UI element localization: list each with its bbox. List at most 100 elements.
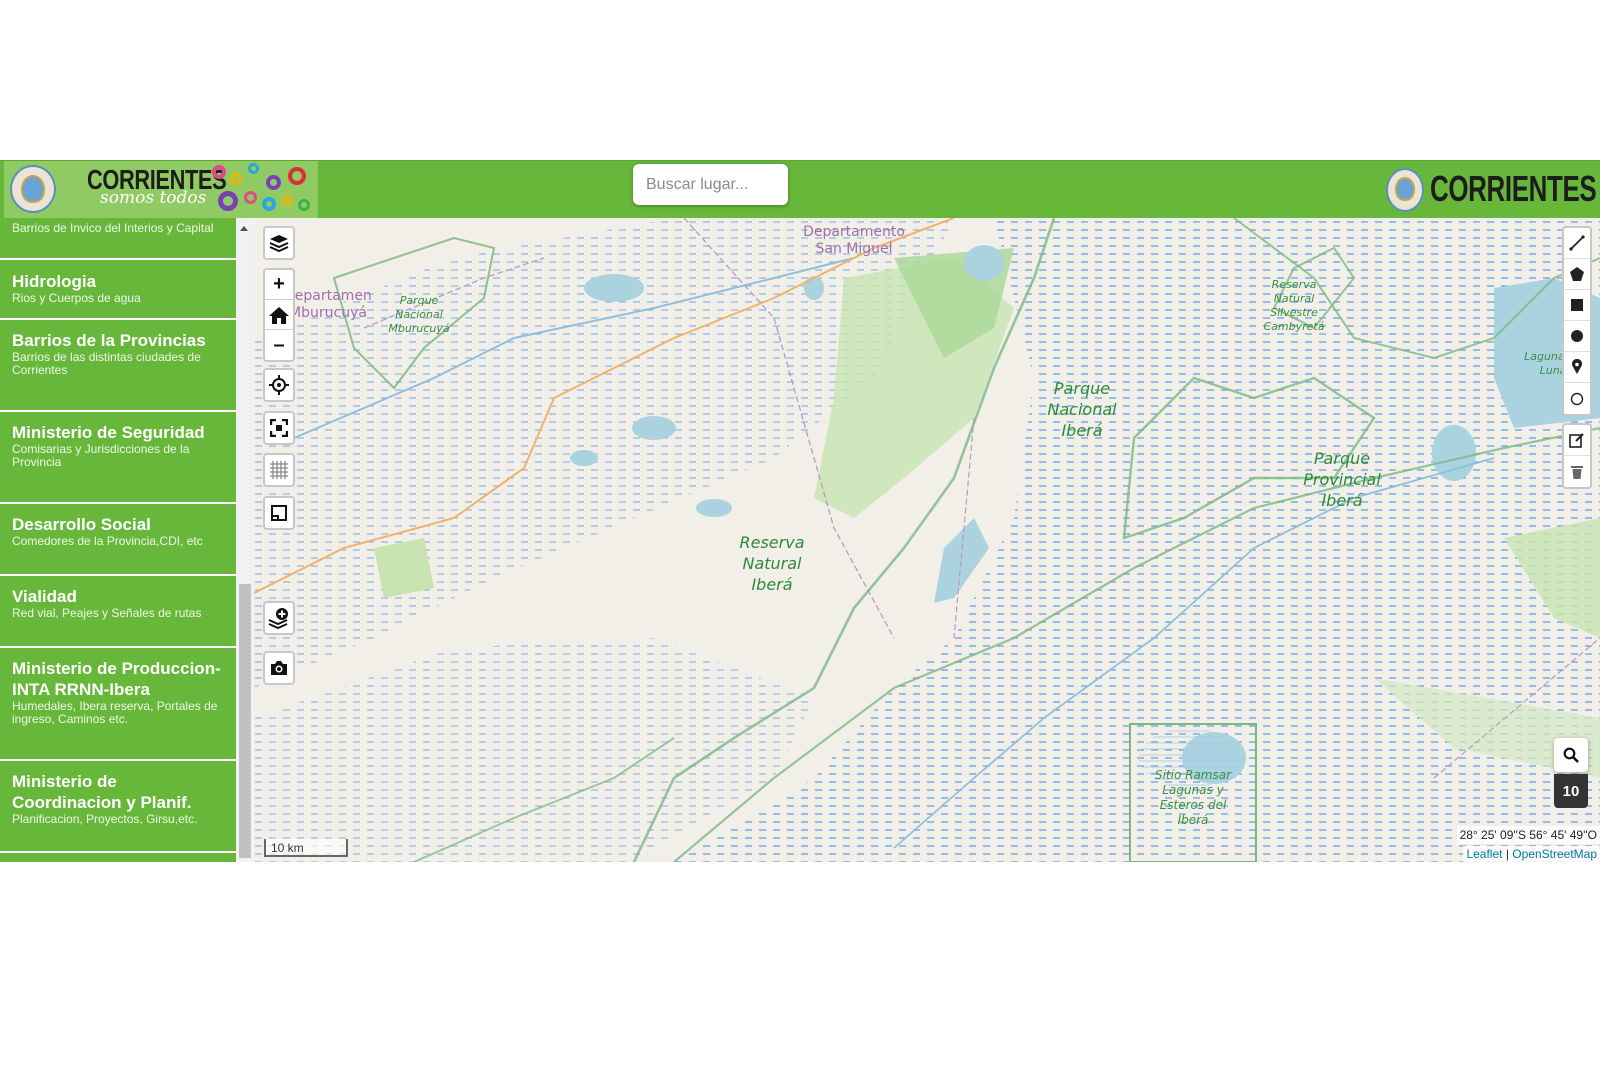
home-button[interactable]: [265, 300, 293, 330]
grid-icon: [270, 461, 288, 479]
add-layer-control[interactable]: [263, 601, 295, 635]
locate-control[interactable]: [263, 368, 295, 402]
corrientes-logo-left[interactable]: CORRIENTES somos todos: [4, 161, 318, 219]
zoom-out-icon: –: [273, 333, 285, 356]
locate-icon: [269, 375, 289, 395]
sidebar-item-title: Ministerio de Coordinacion y Planif.: [12, 772, 192, 812]
sidebar-item-sub: Barrios de las distintas ciudades de Cor…: [12, 350, 201, 377]
sidebar-item-sub: Comedores de la Provincia,CDI, etc: [12, 534, 203, 548]
brand-slogan: somos todos: [100, 188, 207, 208]
coordinates-readout: 28° 25' 09''S 56° 45' 49''O: [1456, 826, 1600, 844]
label-dept-san-miguel: Departamento San Miguel: [803, 224, 905, 257]
province-seal-icon: [10, 165, 56, 213]
openstreetmap-link[interactable]: OpenStreetMap: [1512, 847, 1597, 861]
scroll-up-arrow-icon[interactable]: [240, 226, 248, 231]
map-search-button[interactable]: [1554, 738, 1588, 772]
corrientes-logo-right[interactable]: CORRIENTES: [1386, 166, 1597, 214]
label-parque-provincial-ibera: Parque Provincial Iberá: [1303, 449, 1381, 510]
sidebar-item-sub: Humedales, Ibera reserva, Portales de in…: [12, 699, 218, 726]
sidebar-item-title: Ministerio de Seguridad: [12, 423, 205, 442]
place-search-box[interactable]: [633, 164, 788, 205]
fullscreen-button[interactable]: [265, 413, 293, 443]
add-layer-button[interactable]: [265, 603, 293, 633]
province-seal-icon: [1386, 168, 1424, 212]
sidebar-item-sub: Red vial, Peajes y Señales de rutas: [12, 606, 202, 620]
zoom-in-button[interactable]: +: [265, 270, 293, 300]
label-reserva-natural-ibera: Reserva Natural Iberá: [739, 533, 805, 594]
sidebar-item-title: Desarrollo Social: [12, 515, 151, 534]
draw-circle-button[interactable]: [1564, 321, 1590, 352]
sidebar-item-title: Ministerio de Produccion-INTA RRNN-Ibera: [12, 659, 221, 699]
draw-polygon-button[interactable]: [1564, 259, 1590, 290]
map-view[interactable]: Departamento San Miguel Departamento Mbu…: [254, 218, 1600, 862]
delete-layers-button[interactable]: [1564, 456, 1590, 487]
brand-word-right: CORRIENTES: [1430, 168, 1597, 209]
fullscreen-control[interactable]: [263, 411, 295, 445]
grid-button[interactable]: [265, 455, 293, 485]
sidebar-item-barrios-provincias[interactable]: Barrios de la Provincias Barrios de las …: [0, 320, 236, 412]
label-parque-mburucuya: Parque Nacional Mburucuyá: [388, 294, 450, 335]
sidebar-scrollbar[interactable]: [236, 218, 254, 862]
screenshot-control[interactable]: [263, 651, 295, 685]
circle-marker-icon: [1570, 392, 1584, 405]
sidebar-item-vialidad[interactable]: Vialidad Red vial, Peajes y Señales de r…: [0, 576, 236, 648]
polyline-icon: [1569, 235, 1585, 251]
zoom-out-button[interactable]: –: [265, 330, 293, 360]
sidebar-item-coordinacion[interactable]: Ministerio de Coordinacion y Planif. Pla…: [0, 761, 236, 853]
zoom-in-icon: +: [273, 273, 285, 295]
sidebar-item-title: Hidrologia: [12, 272, 97, 291]
layers-control[interactable]: [263, 226, 295, 260]
label-reserva-cambyreta: Reserva Natural Silvestre Cambyretá: [1263, 278, 1325, 333]
sidebar-item-produccion-inta[interactable]: Ministerio de Produccion-INTA RRNN-Ibera…: [0, 648, 236, 761]
draw-toolbar: [1562, 226, 1592, 416]
layers-button[interactable]: [265, 228, 293, 258]
circle-icon: [1571, 330, 1583, 342]
attribution-separator: |: [1502, 847, 1513, 861]
label-sitio-ramsar: Sitio Ramsar Lagunas y Esteros del Iberá: [1154, 768, 1232, 827]
layers-icon: [269, 235, 289, 253]
sidebar-item-sub: Rios y Cuerpos de agua: [12, 291, 141, 305]
sidebar-item-barrios-invico[interactable]: Barrios de Invico del Interios y Capital: [0, 218, 236, 260]
rectangle-icon: [1571, 299, 1583, 311]
sidebar-item-hidrologia[interactable]: Hidrologia Rios y Cuerpos de agua: [0, 260, 236, 320]
polygon-icon: [1570, 267, 1584, 281]
zoom-control: + –: [263, 268, 295, 362]
leaflet-link[interactable]: Leaflet: [1466, 847, 1502, 861]
draw-rectangle-button[interactable]: [1564, 290, 1590, 321]
map-tiles: [254, 218, 1600, 862]
sidebar-item-desarrollo-social[interactable]: Desarrollo Social Comedores de la Provin…: [0, 504, 236, 576]
scale-bar: 10 km: [264, 839, 348, 857]
marker-icon: [1572, 359, 1582, 374]
app-window: CORRIENTES somos todos CORRIENTES: [0, 160, 1600, 862]
minimap-icon: [271, 505, 287, 521]
fullscreen-icon: [270, 419, 288, 437]
sidebar-item-sub: Barrios de Invico del Interios y Capital: [12, 221, 214, 235]
add-layer-icon: [268, 608, 288, 629]
zoom-level-badge: 10: [1554, 774, 1588, 808]
delete-icon: [1571, 465, 1583, 479]
map-attribution: Leaflet | OpenStreetMap: [1463, 846, 1600, 862]
header-bar: CORRIENTES somos todos CORRIENTES: [0, 160, 1600, 219]
label-parque-nacional-ibera: Parque Nacional Iberá: [1047, 379, 1117, 440]
sidebar-item-seguridad[interactable]: Ministerio de Seguridad Comisarias y Jur…: [0, 412, 236, 504]
label-dept-mburucuya: Departamento Mburucuyá: [284, 288, 372, 321]
minimap-control[interactable]: [263, 496, 295, 530]
draw-marker-button[interactable]: [1564, 352, 1590, 383]
minimap-button[interactable]: [265, 498, 293, 528]
edit-icon: [1569, 433, 1584, 448]
edit-layers-button[interactable]: [1564, 425, 1590, 456]
place-search-input[interactable]: [633, 164, 788, 205]
locate-button[interactable]: [265, 370, 293, 400]
sidebar-scrollbar-thumb[interactable]: [239, 584, 251, 858]
draw-polyline-button[interactable]: [1564, 228, 1590, 259]
search-icon: [1563, 747, 1579, 763]
sidebar-item-title: Barrios de la Provincias: [12, 331, 206, 350]
edit-toolbar: [1562, 423, 1592, 489]
screenshot-button[interactable]: [265, 653, 293, 683]
sidebar-item-sub: Planificacion, Proyectos, Girsu,etc.: [12, 812, 198, 826]
draw-circle-marker-button[interactable]: [1564, 383, 1590, 414]
home-icon: [269, 306, 289, 324]
grid-control[interactable]: [263, 453, 295, 487]
sidebar-item-title: Vialidad: [12, 587, 77, 606]
camera-icon: [271, 661, 287, 675]
